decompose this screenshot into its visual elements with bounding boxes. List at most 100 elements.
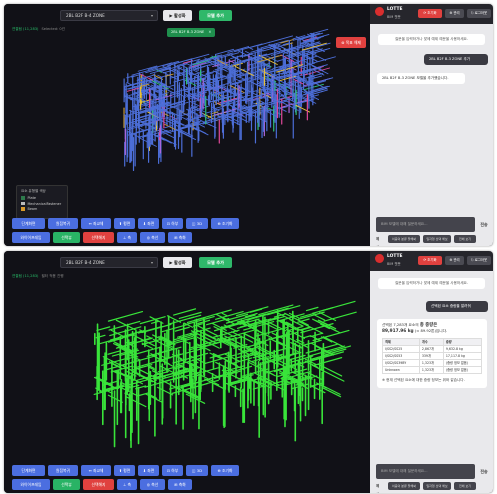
chevron-down-icon: ▾ bbox=[150, 260, 153, 265]
tool-deselect[interactable]: 선택해지 bbox=[83, 232, 114, 243]
send-button[interactable]: 전송 bbox=[477, 464, 491, 479]
brand-name: LOTTE bbox=[387, 254, 403, 259]
close-icon[interactable]: ✕ bbox=[208, 30, 211, 34]
reset-button[interactable]: ⟳ 초기화 bbox=[418, 256, 442, 265]
screen-bottom: 2BL B2F B-4 ZONE ▾ ▶ 활성화 모델 추가 연결됨 (11,2… bbox=[4, 251, 493, 493]
table-cell: 1,323개 bbox=[418, 359, 444, 367]
logout-button[interactable]: ⎋ 로그아웃 bbox=[467, 256, 491, 265]
tool-origin[interactable]: 원점복귀 bbox=[48, 465, 78, 476]
tool-reset[interactable]: ⊕ 조기화 bbox=[211, 218, 239, 229]
tool-reset[interactable]: ⊕ 조기화 bbox=[211, 465, 239, 476]
tool-3d[interactable]: ◫ 3D bbox=[186, 218, 208, 229]
lotte-logo-icon bbox=[375, 7, 384, 16]
example-chip[interactable]: 일자형 선택 해보 bbox=[423, 482, 451, 490]
tool-zoom[interactable]: ⊞ 축화 bbox=[168, 232, 192, 243]
lotte-logo-icon bbox=[375, 254, 384, 263]
tool-deselect[interactable]: 선택해지 bbox=[83, 479, 114, 490]
swatch-icon bbox=[21, 207, 25, 211]
table-cell: 17,117.8 kg bbox=[442, 352, 483, 360]
tool-side[interactable]: ⬇ 좌면 bbox=[138, 465, 159, 476]
table-cell: 339개 bbox=[418, 352, 444, 360]
legend: 요소 유형별 색상 Plate MechanicalFastener Beam bbox=[16, 185, 68, 219]
add-model-button[interactable]: 모델 추가 bbox=[199, 257, 232, 268]
status-text: 연결됨 (11,283) 필터 적용 진행 bbox=[12, 274, 64, 279]
tool-axis[interactable]: ⊥ 축 bbox=[117, 479, 137, 490]
tool-plan[interactable]: ⬆ 평면 bbox=[114, 465, 135, 476]
system-message: 질문을 입력하거나 맞에 예제 예문을 사용하세요. bbox=[378, 34, 485, 45]
tool-stage-view[interactable]: 단계화면 bbox=[12, 465, 45, 476]
table-header: 객체 bbox=[382, 338, 420, 346]
table-cell: I/SS2/SS25 bbox=[382, 345, 420, 353]
system-message: 질문을 입력하거나 맞에 예제 예문을 사용하세요. bbox=[378, 278, 485, 289]
add-model-button[interactable]: 모델 추가 bbox=[199, 10, 232, 21]
chat-header: LOTTE BIM 챗봇 ⟳ 초기화 ⚙ 관리 ⎋ 로그아웃 bbox=[370, 251, 493, 271]
tool-wireframe[interactable]: 와이어프레임 bbox=[12, 479, 50, 490]
legend-label: Beam bbox=[27, 207, 38, 211]
legend-label: MechanicalFastener bbox=[27, 201, 62, 206]
brand-sub: BIM 챗봇 bbox=[387, 15, 401, 19]
example-chip[interactable]: 이층의 분류 잘해봐 bbox=[388, 235, 420, 243]
zone-select-value: 2BL B2F B-4 ZONE bbox=[66, 260, 105, 265]
example-chip[interactable]: 일자형 선택 해보 bbox=[423, 235, 451, 243]
tool-select-view[interactable]: 선택뷰 bbox=[53, 232, 80, 243]
chat-input[interactable]: BIM 모델에 대해 질문하세요... bbox=[376, 464, 475, 479]
tool-axis[interactable]: ⊥ 축 bbox=[117, 232, 137, 243]
tool-swap[interactable]: ↔ 좌교체 bbox=[81, 465, 111, 476]
user-message: 2BL B2F B-3 ZONE 추가 bbox=[424, 54, 488, 65]
table-cell: I/SS2/SS39BY bbox=[382, 359, 420, 367]
tool-stage-view[interactable]: 단계화면 bbox=[12, 218, 45, 229]
tool-axis-line[interactable]: ◎ 축선 bbox=[140, 479, 165, 490]
tool-plan[interactable]: ⬆ 평면 bbox=[114, 218, 135, 229]
tool-zoom[interactable]: ⊞ 축화 bbox=[168, 479, 192, 490]
table-cell: (중량 정보 없음) bbox=[442, 366, 483, 374]
activate-button[interactable]: ▶ 활성화 bbox=[163, 10, 192, 21]
send-button[interactable]: 전송 bbox=[477, 217, 491, 232]
tool-bottom[interactable]: ⊡ 하부 bbox=[162, 465, 183, 476]
zone-select[interactable]: 2BL B2F B-4 ZONE ▾ bbox=[60, 10, 158, 21]
logout-button[interactable]: ⎋ 로그아웃 bbox=[467, 9, 491, 18]
table-cell: Unknown bbox=[382, 366, 420, 374]
brand-sub: BIM 챗봇 bbox=[387, 262, 401, 266]
reset-button[interactable]: ⟳ 초기화 bbox=[418, 9, 442, 18]
zone-chip-label: 2BL B2F B-3 ZONE bbox=[171, 30, 205, 34]
example-chip[interactable]: 전체 보기 bbox=[454, 235, 476, 243]
tool-wireframe[interactable]: 와이어프레임 bbox=[12, 232, 50, 243]
model-scene[interactable] bbox=[4, 251, 370, 493]
status-value: 연결됨 (11,283) bbox=[12, 274, 39, 278]
example-chip[interactable]: 전체 보기 bbox=[454, 482, 476, 490]
table-cell: 1,323개 bbox=[418, 366, 444, 374]
cancel-target-button[interactable]: ⊗ 목표 해제 bbox=[336, 37, 366, 48]
model-viewer[interactable]: 2BL B2F B-4 ZONE ▾ ▶ 활성화 모델 추가 연결됨 (11,2… bbox=[4, 4, 370, 246]
tool-origin[interactable]: 원점복귀 bbox=[48, 218, 78, 229]
table-row: I/SS2/SS25 2,867개 9,632.8 kg bbox=[382, 345, 483, 353]
zone-select-value: 2BL B2F B-4 ZONE bbox=[66, 13, 105, 18]
zone-chip: 2BL B2F B-3 ZONE ✕ bbox=[167, 28, 216, 37]
chat-panel: LOTTE BIM 챗봇 ⟳ 초기화 ⚙ 관리 ⎋ 로그아웃 질문을 입력하거나… bbox=[370, 4, 493, 246]
tool-select-view[interactable]: 선택뷰 bbox=[53, 479, 80, 490]
status-sub: 필터 적용 진행 bbox=[41, 274, 64, 278]
tool-3d[interactable]: ◫ 3D bbox=[186, 465, 208, 476]
example-chip[interactable]: 이층의 분류 잘해봐 bbox=[388, 482, 420, 490]
activate-button[interactable]: ▶ 활성화 bbox=[163, 257, 192, 268]
tool-axis-line[interactable]: ◎ 축선 bbox=[140, 232, 165, 243]
tool-swap[interactable]: ↔ 좌교체 bbox=[81, 218, 111, 229]
zone-select[interactable]: 2BL B2F B-4 ZONE ▾ bbox=[60, 257, 158, 268]
table-header-row: 객체 개수 중량 bbox=[382, 338, 483, 346]
result-total-suffix: (≈ 89.92톤)입니다. bbox=[414, 328, 448, 333]
admin-button[interactable]: ⚙ 관리 bbox=[445, 9, 464, 18]
user-message: 선택된 요소 중량을 알려줘 bbox=[426, 301, 488, 312]
result-total: 89,917.96 kg bbox=[382, 328, 414, 334]
legend-item-beam: Beam bbox=[21, 207, 63, 213]
model-viewer[interactable]: 2BL B2F B-4 ZONE ▾ ▶ 활성화 모델 추가 연결됨 (11,2… bbox=[4, 251, 370, 493]
bot-message: 2BL B2F B-3 ZONE 모델을 추가했습니다. bbox=[377, 73, 465, 84]
table-cell: I/SS2/SS53 bbox=[382, 352, 420, 360]
result-total-label: 총 중량은 bbox=[419, 323, 438, 328]
structure-wireframe bbox=[93, 300, 357, 449]
admin-button[interactable]: ⚙ 관리 bbox=[445, 256, 464, 265]
legend-label: Plate bbox=[27, 196, 36, 200]
tool-bottom[interactable]: ⊡ 하부 bbox=[162, 218, 183, 229]
result-line: 선택된 7,283개 요소의 bbox=[382, 323, 419, 327]
chat-input[interactable]: BIM 모델에 대해 질문하세요... bbox=[376, 217, 475, 232]
tool-side[interactable]: ⬇ 좌면 bbox=[138, 218, 159, 229]
structure-wireframe bbox=[123, 28, 336, 172]
